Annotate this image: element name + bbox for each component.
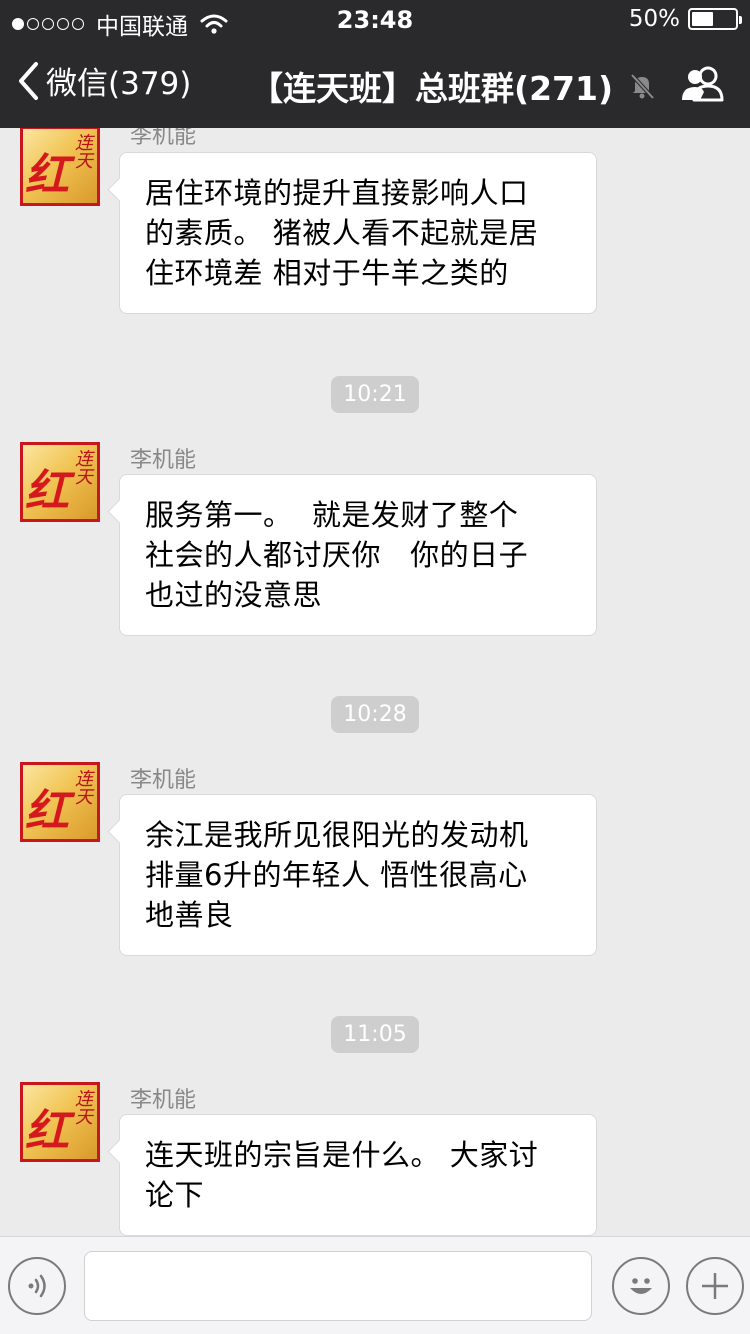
- timestamp: 11:05: [0, 1016, 750, 1053]
- status-bar: 中国联通 23:48 50%: [0, 0, 750, 40]
- battery-level: [692, 12, 713, 26]
- voice-button[interactable]: [8, 1257, 66, 1315]
- nav-bar: 微信(379) 【连天班】总班群(271): [0, 40, 750, 128]
- sender-name: 李机能: [130, 1088, 197, 1113]
- back-button[interactable]: 微信(379): [16, 58, 191, 103]
- message-bubble[interactable]: 连天班的宗旨是什么。 大家讨 论下: [119, 1114, 597, 1236]
- more-button[interactable]: [686, 1257, 744, 1315]
- plus-icon: [702, 1273, 728, 1299]
- group-members-icon[interactable]: [680, 66, 726, 102]
- timestamp: 10:21: [0, 376, 750, 413]
- avatar[interactable]: 红 连天: [20, 762, 100, 842]
- emoji-icon: [630, 1278, 652, 1294]
- header: 中国联通 23:48 50% 微信(379) 【连天班】总班群(271): [0, 0, 750, 128]
- battery-icon: [688, 8, 742, 30]
- avatar[interactable]: 红 连天: [20, 442, 100, 522]
- emoji-button[interactable]: [612, 1257, 670, 1315]
- chevron-left-icon: [19, 61, 38, 100]
- input-bar: [0, 1236, 750, 1334]
- voice-icon: [28, 1274, 46, 1298]
- message-input[interactable]: [84, 1251, 592, 1321]
- mute-bell-icon: [630, 73, 655, 100]
- sender-name: 李机能: [130, 128, 197, 149]
- avatar[interactable]: 红 连天: [20, 1082, 100, 1162]
- sender-name: 李机能: [130, 448, 197, 473]
- back-label: 微信(379): [46, 66, 192, 102]
- battery-percent: 50%: [628, 6, 680, 32]
- avatar[interactable]: 红 连天: [20, 128, 100, 206]
- status-right: 50%: [628, 6, 742, 32]
- timestamp: 10:28: [0, 696, 750, 733]
- message-bubble[interactable]: 服务第一。 就是发财了整个 社会的人都讨厌你 你的日子 也过的没意思: [119, 474, 597, 636]
- message-bubble[interactable]: 居住环境的提升直接影响人口 的素质。 猪被人看不起就是居 住环境差 相对于牛羊之…: [119, 152, 597, 314]
- chat-title: 【连天班】总班群(271): [250, 69, 614, 108]
- sender-name: 李机能: [130, 768, 197, 793]
- message-bubble[interactable]: 余江是我所见很阳光的发动机 排量6升的年轻人 悟性很高心 地善良: [119, 794, 597, 956]
- chat-message-list[interactable]: 红 连天 李机能 居住环境的提升直接影响人口 的素质。 猪被人看不起就是居 住环…: [0, 128, 750, 1236]
